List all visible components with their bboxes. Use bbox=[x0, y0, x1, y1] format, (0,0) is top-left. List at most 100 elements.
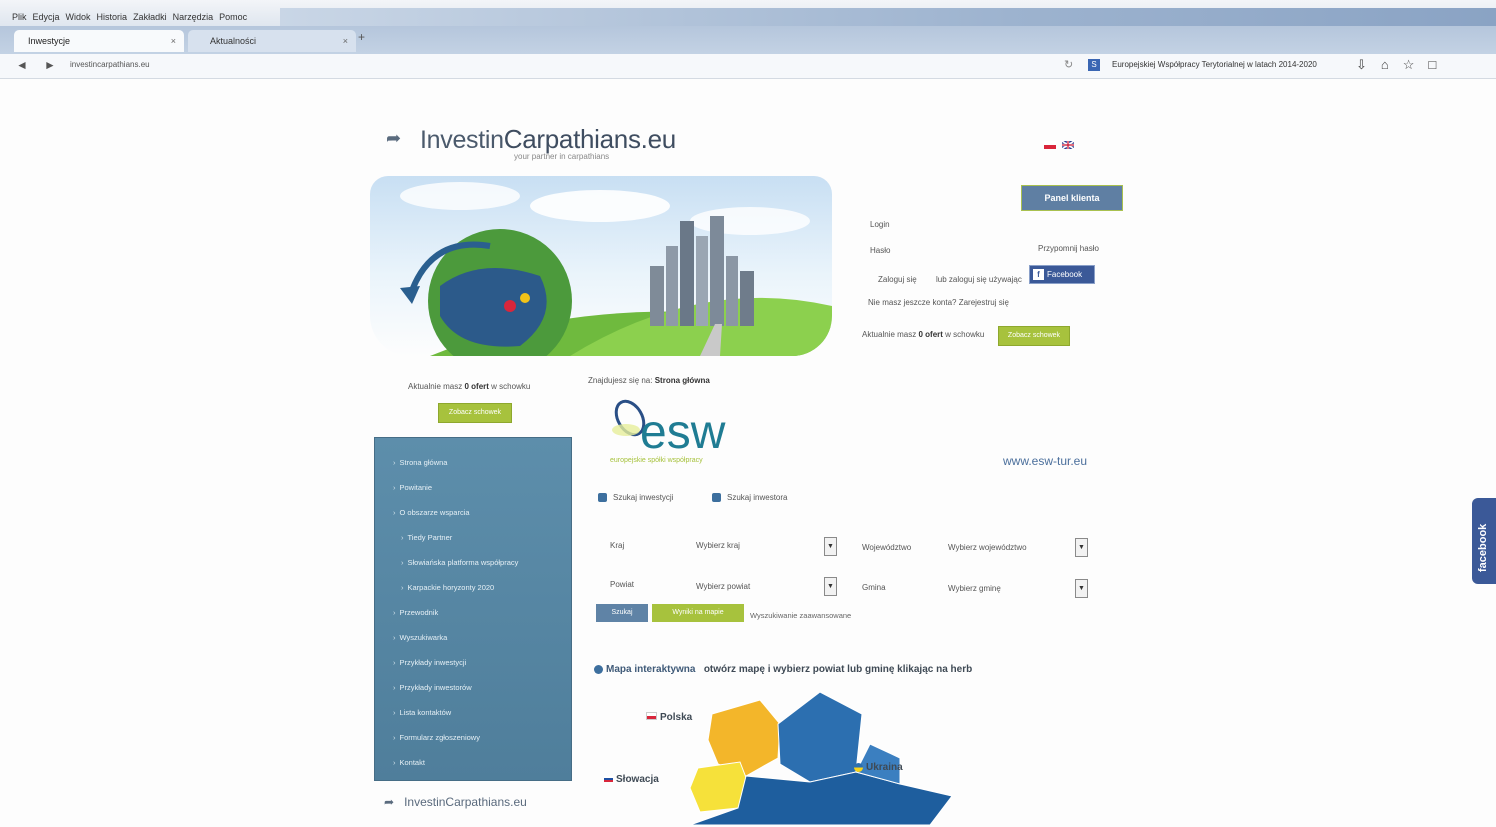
sidebar-item-label: Słowiańska platforma współpracy bbox=[407, 558, 519, 567]
logo-text: InvestinCarpathians.eu bbox=[420, 124, 676, 155]
facebook-side-label: facebook bbox=[1477, 523, 1489, 572]
facebook-login-button[interactable]: f Facebook bbox=[1029, 265, 1095, 284]
forward-arrow-icon[interactable]: ► bbox=[44, 58, 56, 72]
menu-view[interactable]: Widok bbox=[66, 12, 91, 22]
sidebar-item-investments[interactable]: › Przykłady inwestycji bbox=[375, 658, 571, 683]
country-select[interactable]: Wybierz kraj bbox=[696, 541, 740, 550]
logo-main: Carpathians.eu bbox=[503, 124, 676, 154]
search-engine-icon[interactable]: S bbox=[1088, 59, 1100, 71]
sidebar-item-contact[interactable]: › Kontakt bbox=[375, 758, 571, 783]
district-select[interactable]: Wybierz powiat bbox=[696, 582, 750, 591]
sidebar-item-welcome[interactable]: › Powitanie bbox=[375, 483, 571, 508]
map-region-lviv[interactable] bbox=[777, 691, 863, 783]
country-dropdown-arrow-icon[interactable]: ▼ bbox=[824, 537, 837, 556]
logo-mark-icon: ➦ bbox=[384, 795, 395, 809]
sidebar-item-form[interactable]: › Formularz zgłoszeniowy bbox=[375, 733, 571, 758]
bookmark-icon[interactable]: □ bbox=[1428, 57, 1436, 73]
results-on-map-button[interactable]: Wyniki na mapie bbox=[652, 604, 744, 622]
footer-logo-prefix: Investin bbox=[404, 795, 446, 809]
tab-label: Inwestycje bbox=[28, 36, 71, 46]
password-label: Hasło bbox=[870, 246, 891, 255]
menu-bookmarks[interactable]: Zakładki bbox=[133, 12, 167, 22]
menu-edit[interactable]: Edycja bbox=[33, 12, 60, 22]
bullet-icon: › bbox=[393, 508, 396, 517]
address-bar[interactable]: investincarpathians.eu bbox=[70, 60, 150, 69]
tab-search-investments[interactable]: Szukaj inwestycji bbox=[598, 493, 674, 503]
view-basket-button-left[interactable]: Zobacz schowek bbox=[438, 403, 512, 423]
map-label-ukraine[interactable]: Ukraina bbox=[854, 762, 903, 773]
sidebar-item-label: Kontakt bbox=[399, 758, 425, 767]
logo-tagline: your partner in carpathians bbox=[514, 152, 610, 161]
menu-tools[interactable]: Narzędzia bbox=[173, 12, 214, 22]
esw-url-link[interactable]: www.esw-tur.eu bbox=[1003, 454, 1087, 468]
sidebar-item-partner[interactable]: › Tiedy Partner bbox=[375, 533, 571, 558]
tab-search-investors[interactable]: Szukaj inwestora bbox=[712, 493, 788, 503]
forgot-password-link[interactable]: Przypomnij hasło bbox=[1038, 244, 1099, 253]
footer-logo[interactable]: ➦ InvestinCarpathians.eu bbox=[384, 795, 527, 809]
basket-suffix: w schowku bbox=[945, 330, 985, 339]
sidebar-item-guide[interactable]: › Przewodnik bbox=[375, 608, 571, 633]
sidebar-item-label: Przewodnik bbox=[399, 608, 439, 617]
map-label-poland[interactable]: Polska bbox=[646, 712, 692, 723]
menu-help[interactable]: Pomoc bbox=[219, 12, 247, 22]
search-input[interactable]: Europejskiej Współpracy Terytorialnej w … bbox=[1112, 60, 1317, 69]
flag-pl-icon[interactable] bbox=[1044, 141, 1056, 149]
sidebar-item-label: Lista kontaktów bbox=[399, 708, 452, 717]
new-tab-button[interactable]: + bbox=[358, 30, 365, 44]
commune-dropdown-arrow-icon[interactable]: ▼ bbox=[1075, 579, 1088, 598]
flag-pl-icon bbox=[646, 712, 657, 720]
view-basket-button-right[interactable]: Zobacz schowek bbox=[998, 326, 1070, 346]
sidebar-item-platform[interactable]: › Słowiańska platforma współpracy bbox=[375, 558, 571, 583]
sidebar-item-search[interactable]: › Wyszukiwarka bbox=[375, 633, 571, 658]
commune-select[interactable]: Wybierz gminę bbox=[948, 584, 1001, 593]
menu-file[interactable]: Plik bbox=[12, 12, 27, 22]
bullet-icon: › bbox=[401, 533, 404, 542]
bullet-icon: › bbox=[393, 608, 396, 617]
sidebar-item-label: Karpackie horyzonty 2020 bbox=[407, 583, 495, 592]
menu-history[interactable]: Historia bbox=[97, 12, 128, 22]
esw-logo[interactable]: esw europejskie spółki współpracy bbox=[606, 392, 756, 466]
basket-suffix: w schowku bbox=[491, 382, 531, 391]
sign-in-button[interactable]: Zaloguj się bbox=[878, 275, 917, 284]
toolbar-icons: ⇩ ⌂ ☆ □ bbox=[1356, 57, 1436, 73]
voivodeship-select[interactable]: Wybierz województwo bbox=[948, 543, 1027, 552]
sidebar-item-home[interactable]: › Strona główna bbox=[375, 458, 571, 483]
download-icon[interactable]: ⇩ bbox=[1356, 57, 1367, 73]
tab-inwestycje[interactable]: Inwestycje × bbox=[14, 30, 184, 52]
bullet-icon: › bbox=[401, 558, 404, 567]
voivodeship-label: Województwo bbox=[862, 543, 912, 552]
close-tab-icon[interactable]: × bbox=[171, 30, 176, 52]
reload-icon[interactable]: ↻ bbox=[1064, 58, 1073, 71]
sidebar-item-investors[interactable]: › Przykłady inwestorów bbox=[375, 683, 571, 708]
voivodeship-dropdown-arrow-icon[interactable]: ▼ bbox=[1075, 538, 1088, 557]
search-button[interactable]: Szukaj bbox=[596, 604, 648, 622]
logo-mark-icon: ➦ bbox=[386, 128, 402, 148]
facebook-side-widget[interactable]: facebook bbox=[1472, 498, 1496, 584]
map-icon bbox=[594, 664, 603, 674]
register-link[interactable]: Nie masz jeszcze konta? Zarejestruj się bbox=[868, 298, 1009, 307]
sidebar-item-label: Przykłady inwestorów bbox=[399, 683, 472, 692]
flag-gb-icon[interactable] bbox=[1062, 141, 1074, 149]
star-icon[interactable]: ☆ bbox=[1403, 57, 1415, 73]
breadcrumb-current[interactable]: Strona główna bbox=[655, 376, 710, 385]
district-dropdown-arrow-icon[interactable]: ▼ bbox=[824, 577, 837, 596]
sidebar-item-contacts[interactable]: › Lista kontaktów bbox=[375, 708, 571, 733]
sidebar-item-horizons[interactable]: › Karpackie horyzonty 2020 bbox=[375, 583, 571, 608]
back-arrow-icon[interactable]: ◄ bbox=[16, 58, 28, 72]
basket-prefix: Aktualnie masz bbox=[408, 382, 463, 391]
bullet-icon: › bbox=[393, 483, 396, 492]
sidebar-nav: › Strona główna › Powitanie › O obszarze ws… bbox=[374, 437, 572, 781]
interactive-map[interactable]: Polska Słowacja Ukraina bbox=[600, 684, 960, 826]
menu-items: Plik Edycja Widok Historia Zakładki Narz… bbox=[12, 12, 247, 22]
close-tab-icon[interactable]: × bbox=[343, 30, 348, 52]
client-panel-button[interactable]: Panel klienta bbox=[1021, 185, 1123, 211]
search-tab-label: Szukaj inwestora bbox=[727, 493, 788, 502]
sidebar-item-area[interactable]: › O obszarze wsparcia bbox=[375, 508, 571, 533]
advanced-search-link[interactable]: Wyszukiwanie zaawansowane bbox=[750, 611, 851, 620]
sidebar-item-label: Powitanie bbox=[399, 483, 433, 492]
home-icon[interactable]: ⌂ bbox=[1381, 57, 1389, 73]
map-label-slovakia[interactable]: Słowacja bbox=[604, 774, 659, 785]
search-tab-label: Szukaj inwestycji bbox=[613, 493, 674, 502]
header-banner bbox=[370, 176, 832, 356]
tab-aktualnosci[interactable]: Aktualności × bbox=[188, 30, 356, 52]
